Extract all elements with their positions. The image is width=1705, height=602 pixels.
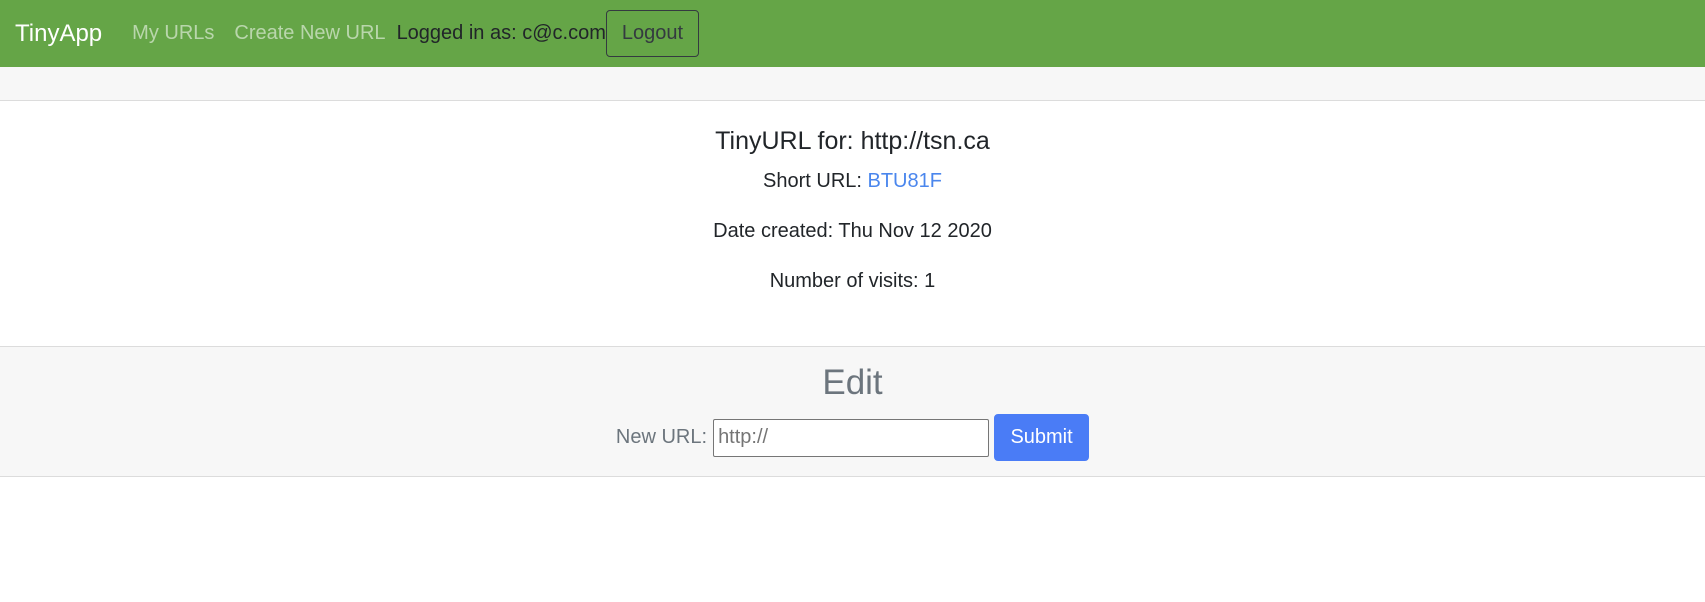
url-details-card: TinyURL for: http://tsn.ca Short URL: BT… [0, 101, 1705, 346]
brand-link[interactable]: TinyApp [15, 20, 102, 48]
edit-form: New URL: Submit [0, 414, 1705, 461]
login-status: Logged in as: c@c.com [396, 22, 606, 44]
url-details-heading: TinyURL for: http://tsn.ca [715, 127, 990, 155]
submit-button[interactable]: Submit [994, 414, 1090, 461]
header-strip [0, 67, 1705, 101]
logout-button[interactable]: Logout [605, 10, 700, 57]
nav-link-create-new-url[interactable]: Create New URL [234, 22, 385, 45]
short-url-link[interactable]: BTU81F [868, 170, 942, 192]
nav-link-my-urls[interactable]: My URLs [132, 22, 214, 45]
short-url-line: Short URL: BTU81F [0, 170, 1705, 193]
short-url-label: Short URL: [763, 170, 868, 192]
visits-count-text: Number of visits: 1 [769, 270, 936, 292]
new-url-label: New URL: [615, 426, 708, 448]
date-created-text: Date created: Thu Nov 12 2020 [713, 220, 992, 242]
new-url-input[interactable] [713, 418, 990, 457]
navbar: TinyApp My URLs Create New URL Logged in… [0, 0, 1705, 67]
edit-section: Edit New URL: Submit [0, 346, 1705, 477]
edit-title: Edit [822, 363, 883, 402]
